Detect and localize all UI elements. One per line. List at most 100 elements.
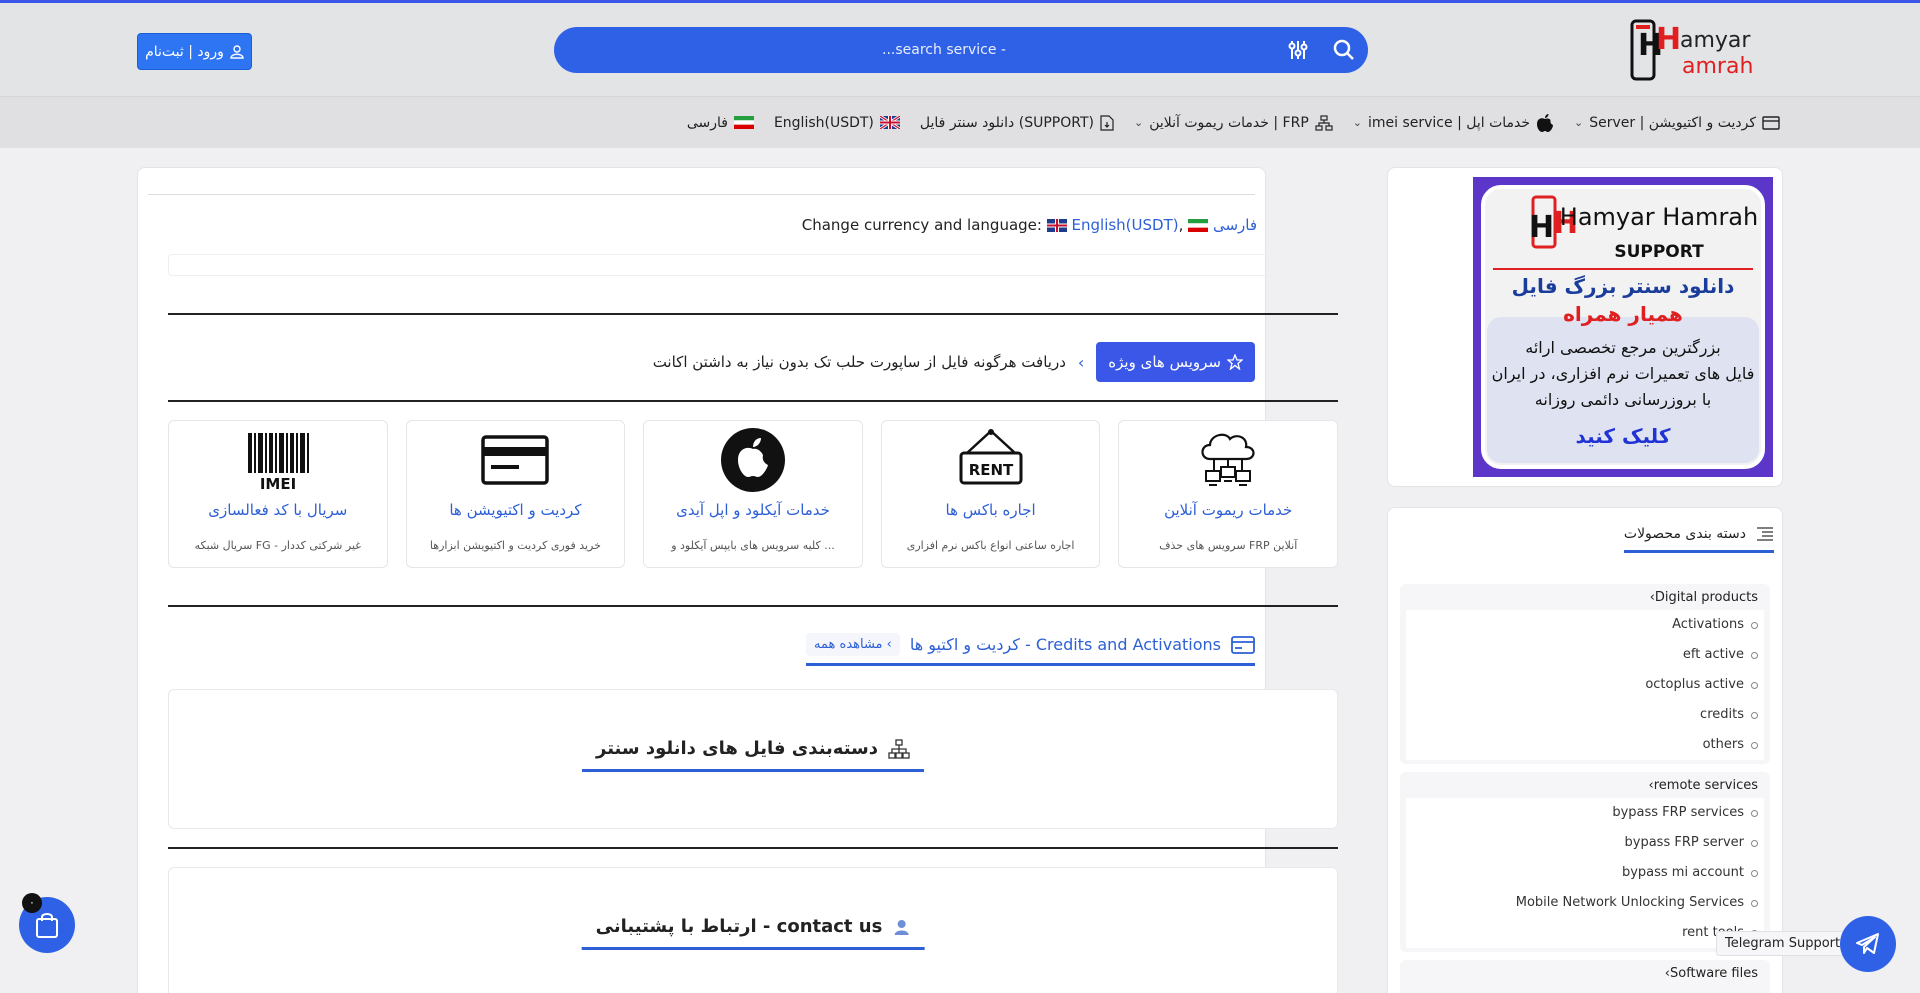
sidebar-banner-panel: H H Hamyar Hamrah SUPPORT دانلود سنتر بز… xyxy=(1387,167,1783,487)
card-subtitle: خرید فوری کردیت و اکتیویشن ابزارها xyxy=(429,539,601,552)
iran-flag-icon xyxy=(733,116,754,129)
nav-label: فارسی xyxy=(686,114,728,131)
card-title: کردیت و اکتیویشن ها xyxy=(449,501,582,519)
notice-bar xyxy=(168,254,1338,276)
card-title: خدمات ریموت آنلاین xyxy=(1164,501,1293,519)
category-group-header[interactable]: ‹Software files xyxy=(1665,966,1758,981)
banner-line3: بزرگترین مرجع تخصصی ارائه xyxy=(1525,338,1721,358)
imei-barcode-icon: IMEI xyxy=(247,433,309,493)
star-icon xyxy=(1227,354,1243,370)
download-center-banner[interactable]: H H Hamyar Hamrah SUPPORT دانلود سنتر بز… xyxy=(1473,177,1773,477)
nav-item-remote-frp[interactable]: خدمات ریموت آنلاین | FRP ⌄ xyxy=(1134,115,1333,131)
shopping-bag-icon xyxy=(36,913,58,938)
card-icon xyxy=(1762,115,1780,130)
view-all-link[interactable]: مشاهده همه ‹ xyxy=(806,633,900,656)
card-subtitle: سریال شبکه FG - غیر شرکتی کددار xyxy=(194,539,362,552)
category-group-remote-services: ‹remote services bypass FRP services byp… xyxy=(1400,772,1770,952)
category-list: bypass FRP services bypass FRP server by… xyxy=(1406,798,1764,948)
site-logo[interactable]: H H amyar amrah xyxy=(1628,15,1788,87)
divider xyxy=(168,400,1338,402)
file-categories-title: دسته‌بندی فایل های دانلود سنتر xyxy=(581,738,925,772)
card-title: خدمات آیکلود و اپل آیدی xyxy=(676,501,830,519)
category-group-header[interactable]: ‹remote services xyxy=(1649,778,1758,793)
card-subtitle: سرویس های حذف FRP آنلاین xyxy=(1159,539,1298,552)
telegram-support-label[interactable]: Telegram Support xyxy=(1716,931,1850,956)
contact-title: ارتباط با پشتیبانی - contact us xyxy=(581,916,925,950)
divider xyxy=(148,194,1255,195)
chevron-left-icon: ‹ xyxy=(1077,352,1085,372)
card-icon xyxy=(1231,635,1255,654)
category-item[interactable]: Activations xyxy=(1406,610,1764,640)
special-services-bar: سرویس های ویژه ‹ دریافت هرگونه فایل از س… xyxy=(653,342,1255,382)
login-label: ورود | ثبت‌نام xyxy=(145,43,224,60)
search-bar xyxy=(554,27,1368,73)
support-agent-icon xyxy=(894,919,909,935)
nav-item-server-credits[interactable]: Server | کردیت و اکتیویشن ⌄ xyxy=(1574,115,1780,131)
network-icon xyxy=(1315,114,1333,131)
banner-support: SUPPORT xyxy=(1614,242,1704,262)
banner-brand: Hamyar Hamrah xyxy=(1560,203,1758,231)
category-item[interactable]: others xyxy=(1406,730,1764,760)
view-all-label: مشاهده همه xyxy=(814,637,883,652)
category-item[interactable]: rent tools xyxy=(1406,918,1764,948)
filter-icon[interactable] xyxy=(1284,36,1312,64)
chevron-down-icon: ⌄ xyxy=(1574,116,1584,129)
currency-english-link[interactable]: English(USDT) xyxy=(1072,216,1179,234)
rent-icon-text: RENT xyxy=(968,461,1013,479)
service-card-rent-box[interactable]: RENT اجاره باکس ها اجاره ساعتی انواع باک… xyxy=(880,420,1101,568)
nav-item-english[interactable]: English(USDT) xyxy=(774,115,900,131)
apple-icon xyxy=(1537,113,1554,132)
file-icon xyxy=(1100,114,1114,131)
category-group-header[interactable]: ‹Digital products xyxy=(1650,590,1758,605)
iran-flag-icon xyxy=(1188,219,1209,232)
nav-label: Server | کردیت و اکتیویشن xyxy=(1589,114,1756,131)
search-icon[interactable] xyxy=(1330,36,1358,64)
category-group-software-files: ‹Software files xyxy=(1400,960,1770,993)
list-icon xyxy=(1757,527,1773,541)
currency-label: Change currency and language: xyxy=(801,216,1042,234)
categories-title: دسته بندی محصولات xyxy=(1623,526,1746,542)
card-subtitle: کلیه سرویس های بایپس آیکلود و ... xyxy=(671,539,835,552)
category-item[interactable]: octoplus active xyxy=(1406,670,1764,700)
product-categories-panel: دسته بندی محصولات ‹Digital products Acti… xyxy=(1387,507,1783,993)
currency-language-switcher: Change currency and language: English(US… xyxy=(801,216,1257,234)
login-button[interactable]: ورود | ثبت‌نام xyxy=(137,33,252,70)
service-card-credits[interactable]: کردیت و اکتیویشن ها خرید فوری کردیت و اک… xyxy=(405,420,626,568)
special-services-badge[interactable]: سرویس های ویژه xyxy=(1096,342,1255,382)
category-item[interactable]: bypass FRP server xyxy=(1406,828,1764,858)
uk-flag-icon xyxy=(879,116,900,129)
category-item[interactable]: eft active xyxy=(1406,640,1764,670)
service-card-remote[interactable]: خدمات ریموت آنلاین سرویس های حذف FRP آنل… xyxy=(1118,420,1338,568)
nav-item-imei-apple[interactable]: imei service | خدمات اپل ⌄ xyxy=(1353,113,1554,133)
divider xyxy=(168,605,1338,607)
card-title: سریال با کد فعالسازی xyxy=(208,501,348,519)
nav-item-download-center[interactable]: دانلود سنتر فایل (SUPPORT) xyxy=(920,115,1114,131)
file-categories-box: دسته‌بندی فایل های دانلود سنتر xyxy=(168,689,1338,829)
categories-header: دسته بندی محصولات xyxy=(1623,526,1774,553)
logo-text-2: amrah xyxy=(1682,54,1753,79)
nav-label: خدمات ریموت آنلاین | FRP xyxy=(1149,114,1309,131)
category-group-digital-products: ‹Digital products Activations eft active… xyxy=(1400,584,1770,764)
file-categories-label: دسته‌بندی فایل های دانلود سنتر xyxy=(595,738,879,759)
telegram-icon xyxy=(1856,933,1879,954)
currency-farsi-link[interactable]: فارسی xyxy=(1213,216,1257,234)
search-input[interactable] xyxy=(684,27,1204,73)
special-badge-label: سرویس های ویژه xyxy=(1108,353,1221,371)
category-item[interactable]: bypass mi account xyxy=(1406,858,1764,888)
credit-card-icon xyxy=(481,435,550,485)
category-item[interactable]: Mobile Network Unlocking Services xyxy=(1406,888,1764,918)
category-item[interactable]: credits xyxy=(1406,700,1764,730)
cloud-network-icon xyxy=(1201,433,1255,486)
banner-line5: با بروزرسانی دائمی روزانه xyxy=(1535,390,1711,410)
service-card-icloud[interactable]: خدمات آیکلود و اپل آیدی کلیه سرویس های ب… xyxy=(643,420,863,568)
nav-label: دانلود سنتر فایل (SUPPORT) xyxy=(919,114,1094,131)
category-group-name: Digital products xyxy=(1654,590,1758,605)
nav-label: imei service | خدمات اپل xyxy=(1367,114,1531,131)
section-title: کردیت و اکتیو ها - Credits and Activatio… xyxy=(909,635,1221,654)
special-services-text[interactable]: دریافت هرگونه فایل از ساپورت حلب تک بدون… xyxy=(653,353,1066,371)
nav-item-farsi[interactable]: فارسی xyxy=(687,115,754,131)
telegram-support-button[interactable] xyxy=(1840,916,1896,972)
category-item[interactable]: bypass FRP services xyxy=(1406,798,1764,828)
card-title: اجاره باکس ها xyxy=(945,501,1036,519)
service-card-imei-serial[interactable]: IMEI سریال با کد فعالسازی سریال شبکه FG … xyxy=(168,420,388,568)
